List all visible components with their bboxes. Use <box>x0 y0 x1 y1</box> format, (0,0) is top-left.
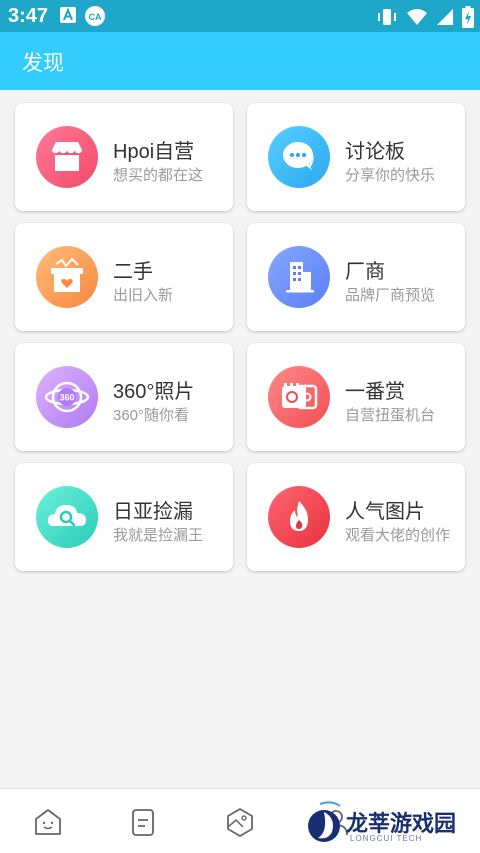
card-subtitle: 出旧入新 <box>113 287 174 304</box>
ticket-icon <box>268 366 330 428</box>
card-subtitle: 我就是捡漏王 <box>113 527 204 544</box>
card-manufacturers[interactable]: 厂商 品牌厂商预览 <box>247 223 465 331</box>
card-subtitle: 自营扭蛋机台 <box>345 407 436 424</box>
home-icon[interactable] <box>31 805 65 839</box>
vibrate-icon <box>376 7 398 32</box>
card-title: 二手 <box>113 261 153 283</box>
watermark-logo-icon <box>308 801 341 842</box>
card-subtitle: 想买的都在这 <box>113 167 204 184</box>
card-subtitle: 品牌厂商预览 <box>345 287 436 304</box>
card-title: 厂商 <box>345 261 385 283</box>
card-second-hand[interactable]: 二手 出旧入新 <box>15 223 233 331</box>
card-ichiban-kuji[interactable]: 一番赏 自营扭蛋机台 <box>247 343 465 451</box>
chat-bubble-icon <box>268 126 330 188</box>
card-subtitle: 观看大佬的创作 <box>345 527 451 544</box>
card-title: Hpoi自营 <box>113 141 195 163</box>
status-bar: 3:47 CA <box>0 0 480 32</box>
box-3d-icon[interactable] <box>223 805 257 839</box>
card-popular-images[interactable]: 人气图片 观看大佬的创作 <box>247 463 465 571</box>
svg-text:360: 360 <box>59 393 74 403</box>
card-title: 一番赏 <box>345 381 405 403</box>
card-title: 讨论板 <box>345 141 405 163</box>
store-icon <box>36 126 98 188</box>
cloud-search-icon <box>36 486 98 548</box>
card-subtitle: 360°随你看 <box>113 407 190 424</box>
360-globe-icon: 360 <box>36 366 98 428</box>
card-amazon-jp-deals[interactable]: 日亚捡漏 我就是捡漏王 <box>15 463 233 571</box>
card-title: 人气图片 <box>345 501 425 523</box>
wifi-icon <box>406 7 428 32</box>
app-bar: 发现 <box>0 32 480 90</box>
card-360-photos[interactable]: 360 360°照片 360°随你看 <box>15 343 233 451</box>
building-icon <box>268 246 330 308</box>
box-heart-icon <box>36 246 98 308</box>
news-icon[interactable] <box>126 805 160 839</box>
fire-icon <box>268 486 330 548</box>
signal-icon <box>436 7 454 32</box>
card-title: 日亚捡漏 <box>113 501 193 523</box>
svg-text:CA: CA <box>89 12 102 22</box>
card-discussion-board[interactable]: 讨论板 分享你的快乐 <box>247 103 465 211</box>
watermark: 龙莘游戏园 LONGCUI TECH <box>306 796 476 848</box>
battery-charging-icon <box>462 6 474 33</box>
page-title: 发现 <box>22 52 64 75</box>
watermark-subtext: LONGCUI TECH <box>350 834 423 843</box>
app-notification-icon: CA <box>84 6 106 31</box>
font-a-icon <box>60 6 76 31</box>
status-time: 3:47 <box>8 5 49 27</box>
card-hpoi-store[interactable]: Hpoi自营 想买的都在这 <box>15 103 233 211</box>
card-title: 360°照片 <box>113 381 195 403</box>
card-subtitle: 分享你的快乐 <box>345 167 436 184</box>
